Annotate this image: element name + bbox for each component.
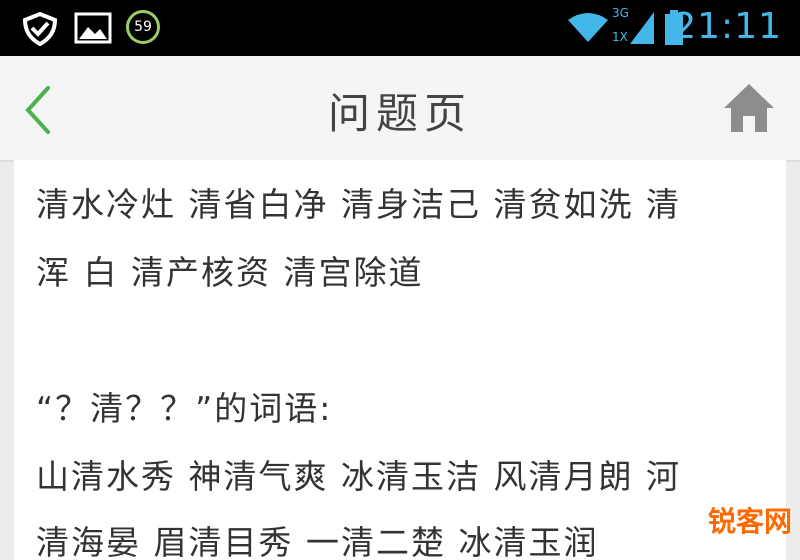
content-line-2: 浑 白 清产核资 清宫除道 xyxy=(36,253,424,292)
shield-check-icon xyxy=(22,12,58,46)
content-line-1: 清水冷灶 清省白净 清身洁己 清贫如洗 清 xyxy=(36,185,681,224)
status-clock: 21:11 xyxy=(673,6,782,47)
home-icon xyxy=(724,84,774,132)
image-icon xyxy=(74,12,112,44)
network-type-3g: 3G xyxy=(612,6,629,20)
network-type-1x: 1X xyxy=(612,30,628,44)
content-line-4: “？清？？”的词语: xyxy=(36,389,333,428)
badge-59-icon: 59 xyxy=(126,10,160,44)
signal-icon xyxy=(630,12,654,44)
page-title: 问题页 xyxy=(327,89,472,138)
status-bar: 59 3G 1X 21:11 xyxy=(0,0,800,56)
home-button[interactable] xyxy=(720,80,778,136)
content-line-5: 山清水秀 神清气爽 冰清玉洁 风清月朗 河 xyxy=(36,457,681,496)
top-navigation-bar: 问题页 xyxy=(0,56,800,162)
wifi-icon xyxy=(568,13,608,42)
question-content-card: 清水冷灶 清省白净 清身洁己 清贫如洗 清 浑 白 清产核资 清宫除道 “？清？… xyxy=(14,160,786,560)
network-type-label: 3G 1X xyxy=(612,6,629,44)
site-watermark: 锐客网 xyxy=(707,505,792,538)
notification-badge-count: 59 xyxy=(134,19,152,35)
content-line-6: 清海晏 眉清目秀 一清二楚 冰清玉润 xyxy=(36,523,599,560)
